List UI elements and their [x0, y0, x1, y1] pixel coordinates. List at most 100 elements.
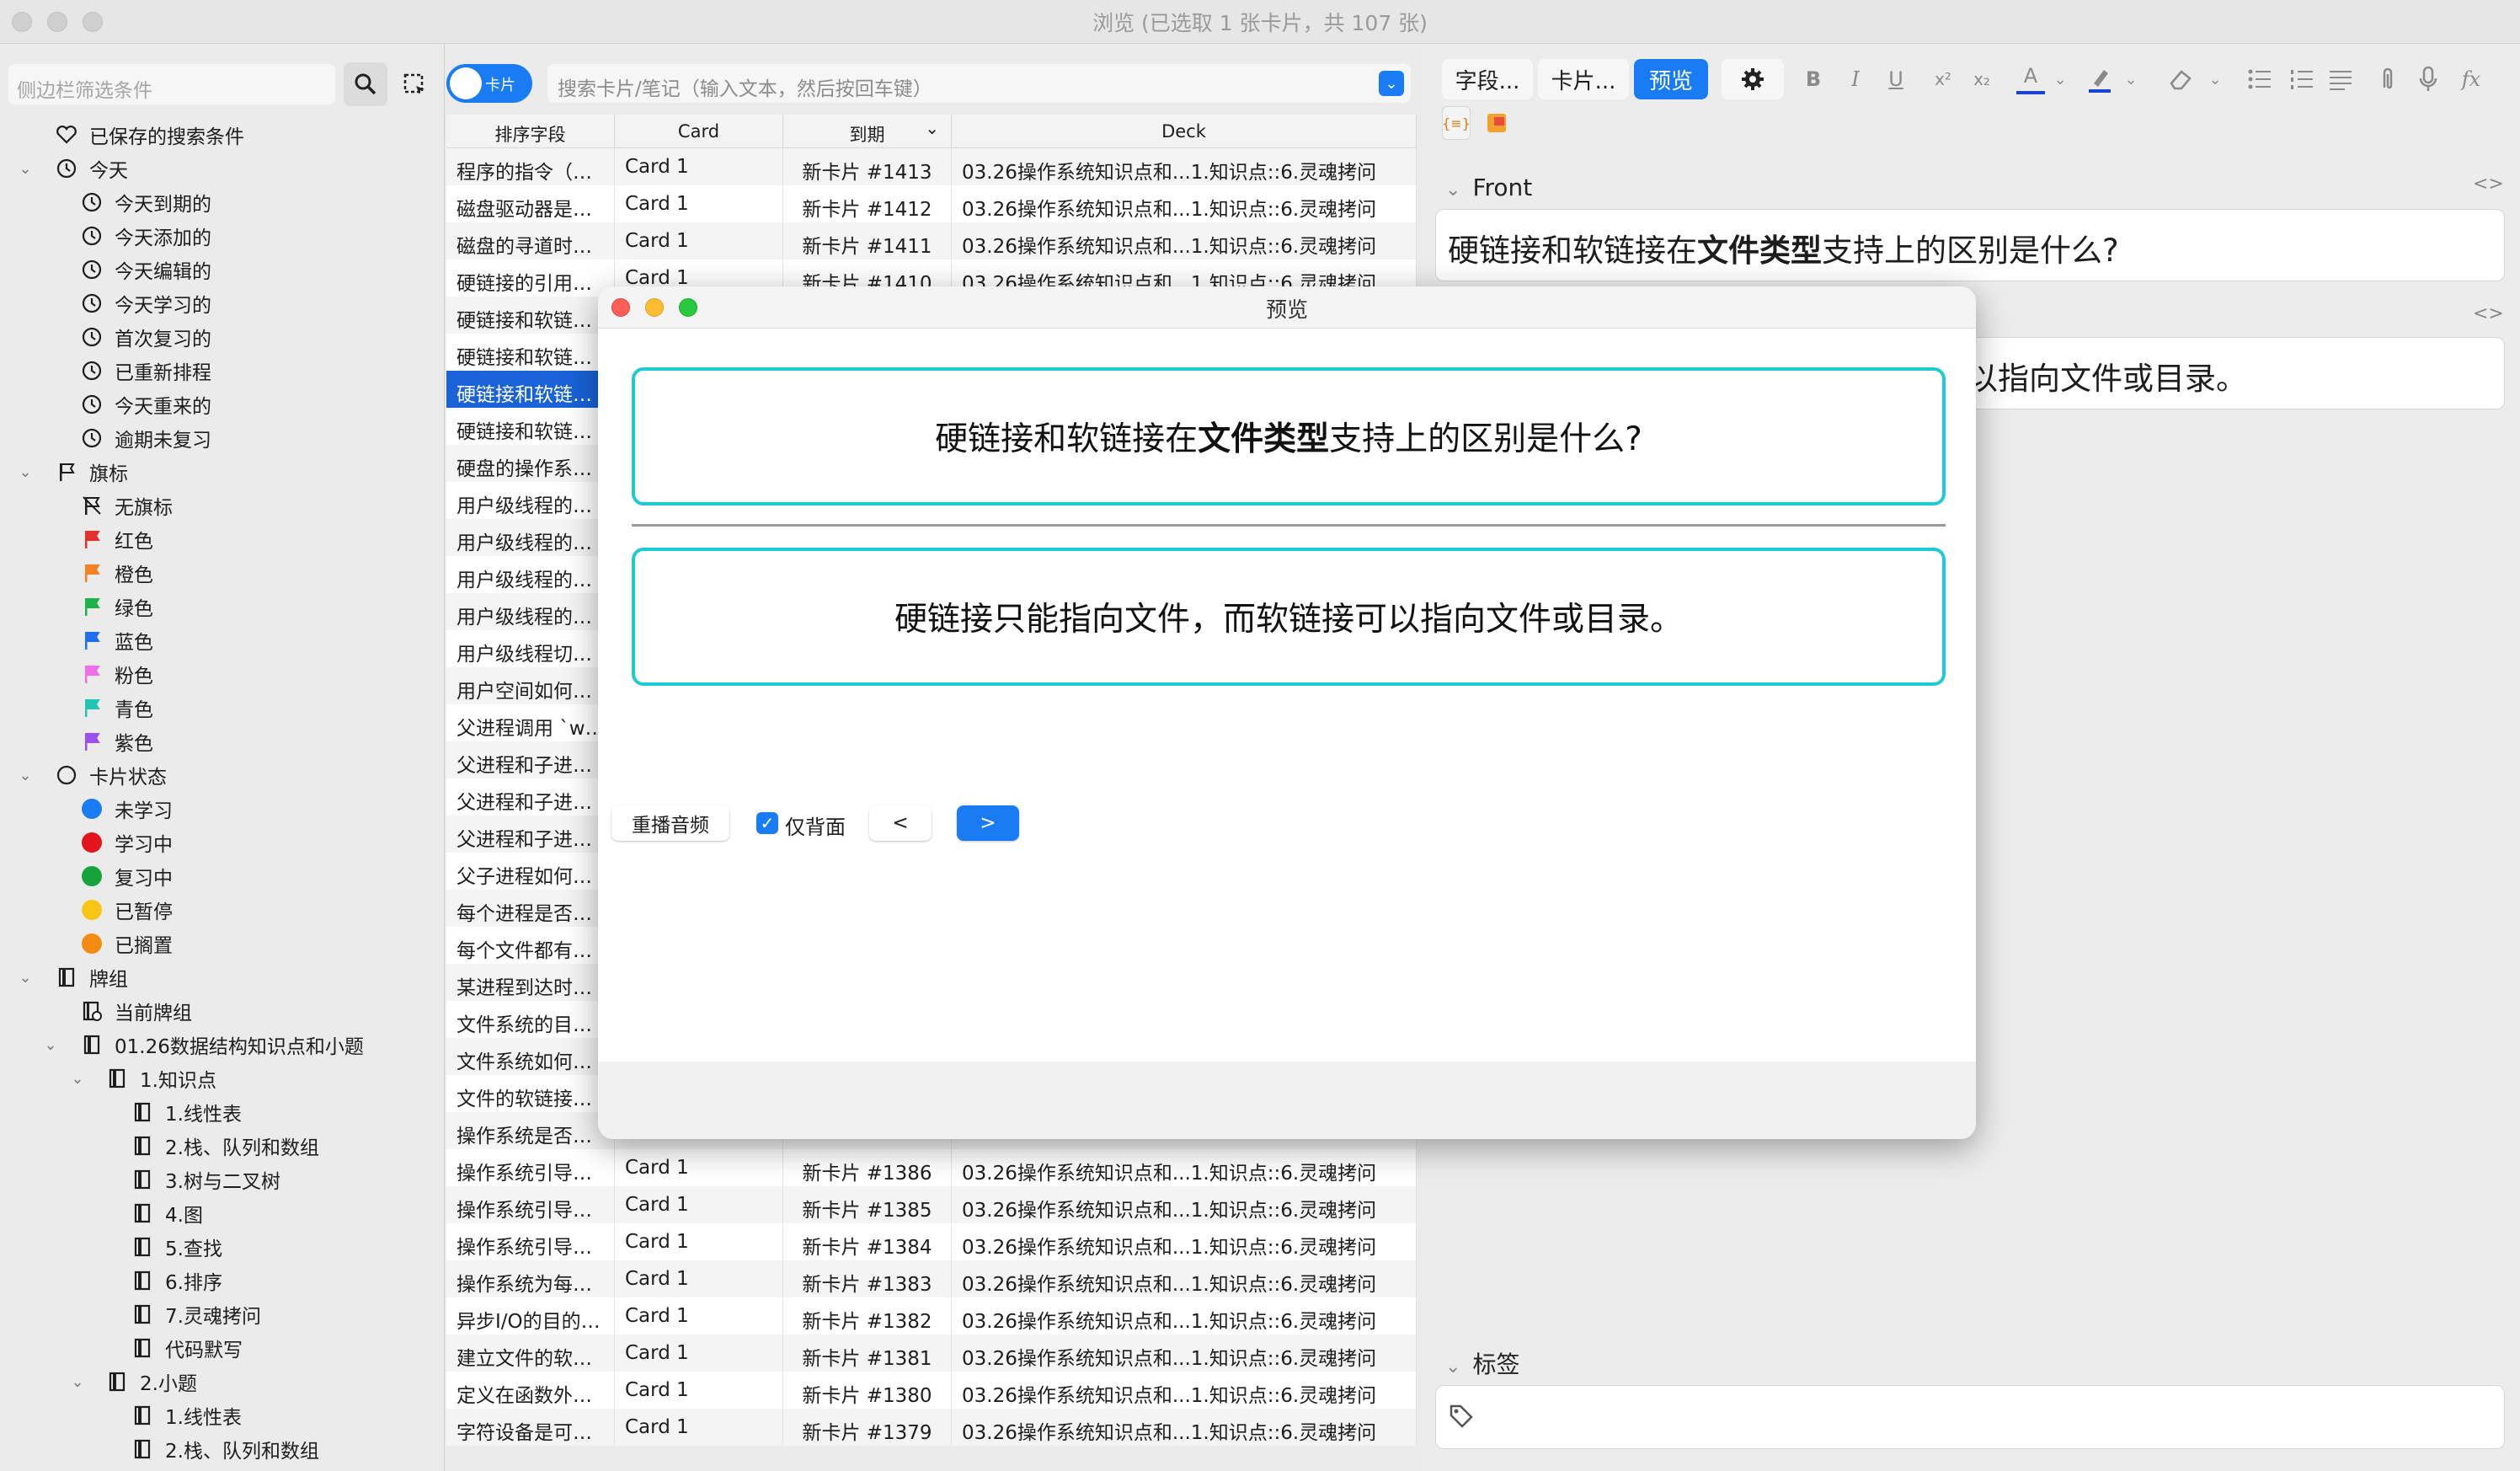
sidebar-item[interactable]: 当前牌组	[0, 994, 444, 1028]
subscript-button[interactable]: x₂	[1967, 59, 1996, 99]
align-button[interactable]	[2326, 59, 2355, 99]
sidebar-item[interactable]: 今天编辑的	[0, 253, 444, 286]
sidebar-item[interactable]: ⌄ 卡片状态	[0, 758, 444, 792]
superscript-button[interactable]: x²	[1929, 59, 1957, 99]
sidebar-item[interactable]: ⌄ 2.小题	[0, 1365, 444, 1399]
sidebar-item[interactable]: ⌄ 旗标	[0, 455, 444, 489]
clear-format-dropdown[interactable]: ⌄	[2207, 59, 2224, 99]
sidebar-item[interactable]: 1.线性表	[0, 1095, 444, 1129]
table-row[interactable]: 磁盘驱动器是… Card 1 新卡片 #1412 03.26操作系统知识点和...1.…	[446, 185, 1417, 222]
sidebar-item[interactable]: ⌄ 01.26数据结构知识点和小题	[0, 1028, 444, 1062]
math-button[interactable]: fx	[2454, 59, 2488, 99]
sidebar-filter-input[interactable]: 侧边栏筛选条件	[8, 64, 335, 104]
table-row[interactable]: 操作系统为每… Card 1 新卡片 #1383 03.26操作系统知识点和...1.…	[446, 1260, 1417, 1297]
tags-header[interactable]: ⌄ 标签	[1445, 1346, 1519, 1380]
table-row[interactable]: 异步I/O的目的… Card 1 新卡片 #1382 03.26操作系统知识点和...…	[446, 1297, 1417, 1335]
search-history-dropdown[interactable]: ⌄	[1379, 71, 1404, 96]
numbered-list-button[interactable]	[2288, 59, 2316, 99]
search-button[interactable]	[344, 62, 387, 106]
chevron-down-icon[interactable]: ⌄	[17, 160, 34, 178]
table-row[interactable]: 操作系统引导… Card 1 新卡片 #1385 03.26操作系统知识点和...1.…	[446, 1186, 1417, 1223]
table-row[interactable]: 建立文件的软… Card 1 新卡片 #1381 03.26操作系统知识点和...1.…	[446, 1335, 1417, 1372]
sidebar-item[interactable]: 青色	[0, 691, 444, 725]
tags-editor[interactable]	[1435, 1385, 2505, 1449]
sidebar-item[interactable]: 5.查找	[0, 1230, 444, 1264]
record-audio-button[interactable]	[2414, 59, 2443, 99]
sidebar-item[interactable]: 无旗标	[0, 489, 444, 522]
sidebar-item[interactable]: 红色	[0, 522, 444, 556]
text-color-button[interactable]: A	[2016, 61, 2045, 94]
table-row[interactable]: 操作系统引导… Card 1 新卡片 #1386 03.26操作系统知识点和...1.…	[446, 1149, 1417, 1186]
table-row[interactable]: 磁盘的寻道时… Card 1 新卡片 #1411 03.26操作系统知识点和...1.…	[446, 222, 1417, 259]
preview-button[interactable]: 预览	[1634, 59, 1708, 99]
cloze-button[interactable]: {≡}	[1442, 106, 1471, 140]
column-card[interactable]: Card	[615, 115, 783, 147]
clear-format-button[interactable]	[2166, 59, 2195, 99]
sidebar-item[interactable]: ⌄ 1.知识点	[0, 1062, 444, 1095]
sidebar-item[interactable]: 已搁置	[0, 927, 444, 960]
sidebar-item[interactable]: 3.树与二叉树	[0, 1163, 444, 1196]
chevron-down-icon[interactable]: ⌄	[42, 1036, 59, 1054]
front-field-editor[interactable]: 硬链接和软链接在文件类型支持上的区别是什么?	[1435, 209, 2505, 281]
attach-button[interactable]	[2373, 59, 2402, 99]
sidebar-item[interactable]: 绿色	[0, 590, 444, 623]
column-due[interactable]: 到期 ⌄	[783, 115, 952, 147]
sidebar-item[interactable]: ⌄ 今天	[0, 152, 444, 185]
sidebar-item[interactable]: 今天重来的	[0, 388, 444, 421]
bold-button[interactable]: B	[1799, 59, 1828, 99]
sidebar-item[interactable]: ⌄ 牌组	[0, 960, 444, 994]
sidebar-item[interactable]: 粉色	[0, 657, 444, 691]
chevron-down-icon[interactable]: ⌄	[69, 1070, 86, 1088]
sidebar-item[interactable]: 4.图	[0, 1196, 444, 1230]
back-html-toggle[interactable]: <>	[2473, 303, 2504, 324]
sidebar-item[interactable]: 已重新排程	[0, 354, 444, 388]
bullet-list-button[interactable]	[2245, 59, 2274, 99]
sidebar-item[interactable]: 逾期未复习	[0, 421, 444, 455]
next-card-button[interactable]: >	[957, 805, 1019, 841]
highlight-dropdown[interactable]: ⌄	[2122, 59, 2139, 99]
sidebar-item[interactable]: 蓝色	[0, 623, 444, 657]
highlight-button[interactable]	[2085, 59, 2114, 99]
sidebar-item[interactable]: 复习中	[0, 859, 444, 893]
underline-button[interactable]: U	[1882, 59, 1910, 99]
previous-card-button[interactable]: <	[869, 805, 932, 841]
sidebar-item[interactable]: 学习中	[0, 826, 444, 859]
sidebar-item[interactable]: 橙色	[0, 556, 444, 590]
sidebar-item[interactable]: 今天学习的	[0, 286, 444, 320]
chevron-down-icon[interactable]: ⌄	[69, 1373, 86, 1391]
sidebar-item[interactable]: 1.线性表	[0, 1399, 444, 1432]
cards-notes-toggle[interactable]: 卡片	[446, 64, 532, 103]
front-html-toggle[interactable]: <>	[2473, 174, 2504, 195]
sidebar-item[interactable]: 已暂停	[0, 893, 444, 927]
sidebar-item[interactable]: 7.灵魂拷问	[0, 1297, 444, 1331]
sidebar-item[interactable]: 已保存的搜索条件	[0, 118, 444, 152]
text-color-dropdown[interactable]: ⌄	[2052, 59, 2069, 99]
sidebar-item[interactable]: 首次复习的	[0, 320, 444, 354]
sidebar-item[interactable]: 紫色	[0, 725, 444, 758]
table-row[interactable]: 定义在函数外… Card 1 新卡片 #1380 03.26操作系统知识点和...1.…	[446, 1372, 1417, 1409]
column-deck[interactable]: Deck	[952, 115, 1417, 147]
sidebar-item[interactable]: 今天到期的	[0, 185, 444, 219]
table-row[interactable]: 程序的指令（… Card 1 新卡片 #1413 03.26操作系统知识点和...1.…	[446, 148, 1417, 185]
italic-button[interactable]: I	[1841, 59, 1870, 99]
settings-button[interactable]	[1722, 59, 1784, 99]
table-row[interactable]: 操作系统引导… Card 1 新卡片 #1384 03.26操作系统知识点和...1.…	[446, 1223, 1417, 1260]
sidebar-item[interactable]: 未学习	[0, 792, 444, 826]
front-field-header[interactable]: ⌄ Front	[1445, 174, 1532, 201]
search-input[interactable]: 搜索卡片/笔记（输入文本，然后按回车键） ⌄	[547, 64, 1411, 103]
chevron-down-icon[interactable]: ⌄	[17, 767, 34, 784]
sidebar-item[interactable]: 今天添加的	[0, 219, 444, 253]
table-row[interactable]: 字符设备是可… Card 1 新卡片 #1379 03.26操作系统知识点和...1.…	[446, 1409, 1417, 1446]
sidebar-item[interactable]: 2.栈、队列和数组	[0, 1129, 444, 1163]
back-only-checkbox[interactable]: ✓	[756, 812, 778, 834]
fields-button[interactable]: 字段...	[1442, 59, 1533, 99]
cards-button[interactable]: 卡片...	[1538, 59, 1629, 99]
replay-audio-button[interactable]: 重播音频	[611, 805, 729, 841]
column-sort-field[interactable]: 排序字段	[446, 115, 615, 147]
select-tool-button[interactable]	[392, 62, 436, 106]
chevron-down-icon[interactable]: ⌄	[17, 969, 34, 987]
image-occlusion-button[interactable]	[1482, 106, 1511, 140]
sidebar-item[interactable]: 2.栈、队列和数组	[0, 1432, 444, 1466]
sidebar-item[interactable]: 6.排序	[0, 1264, 444, 1297]
sidebar-item[interactable]: 代码默写	[0, 1331, 444, 1365]
